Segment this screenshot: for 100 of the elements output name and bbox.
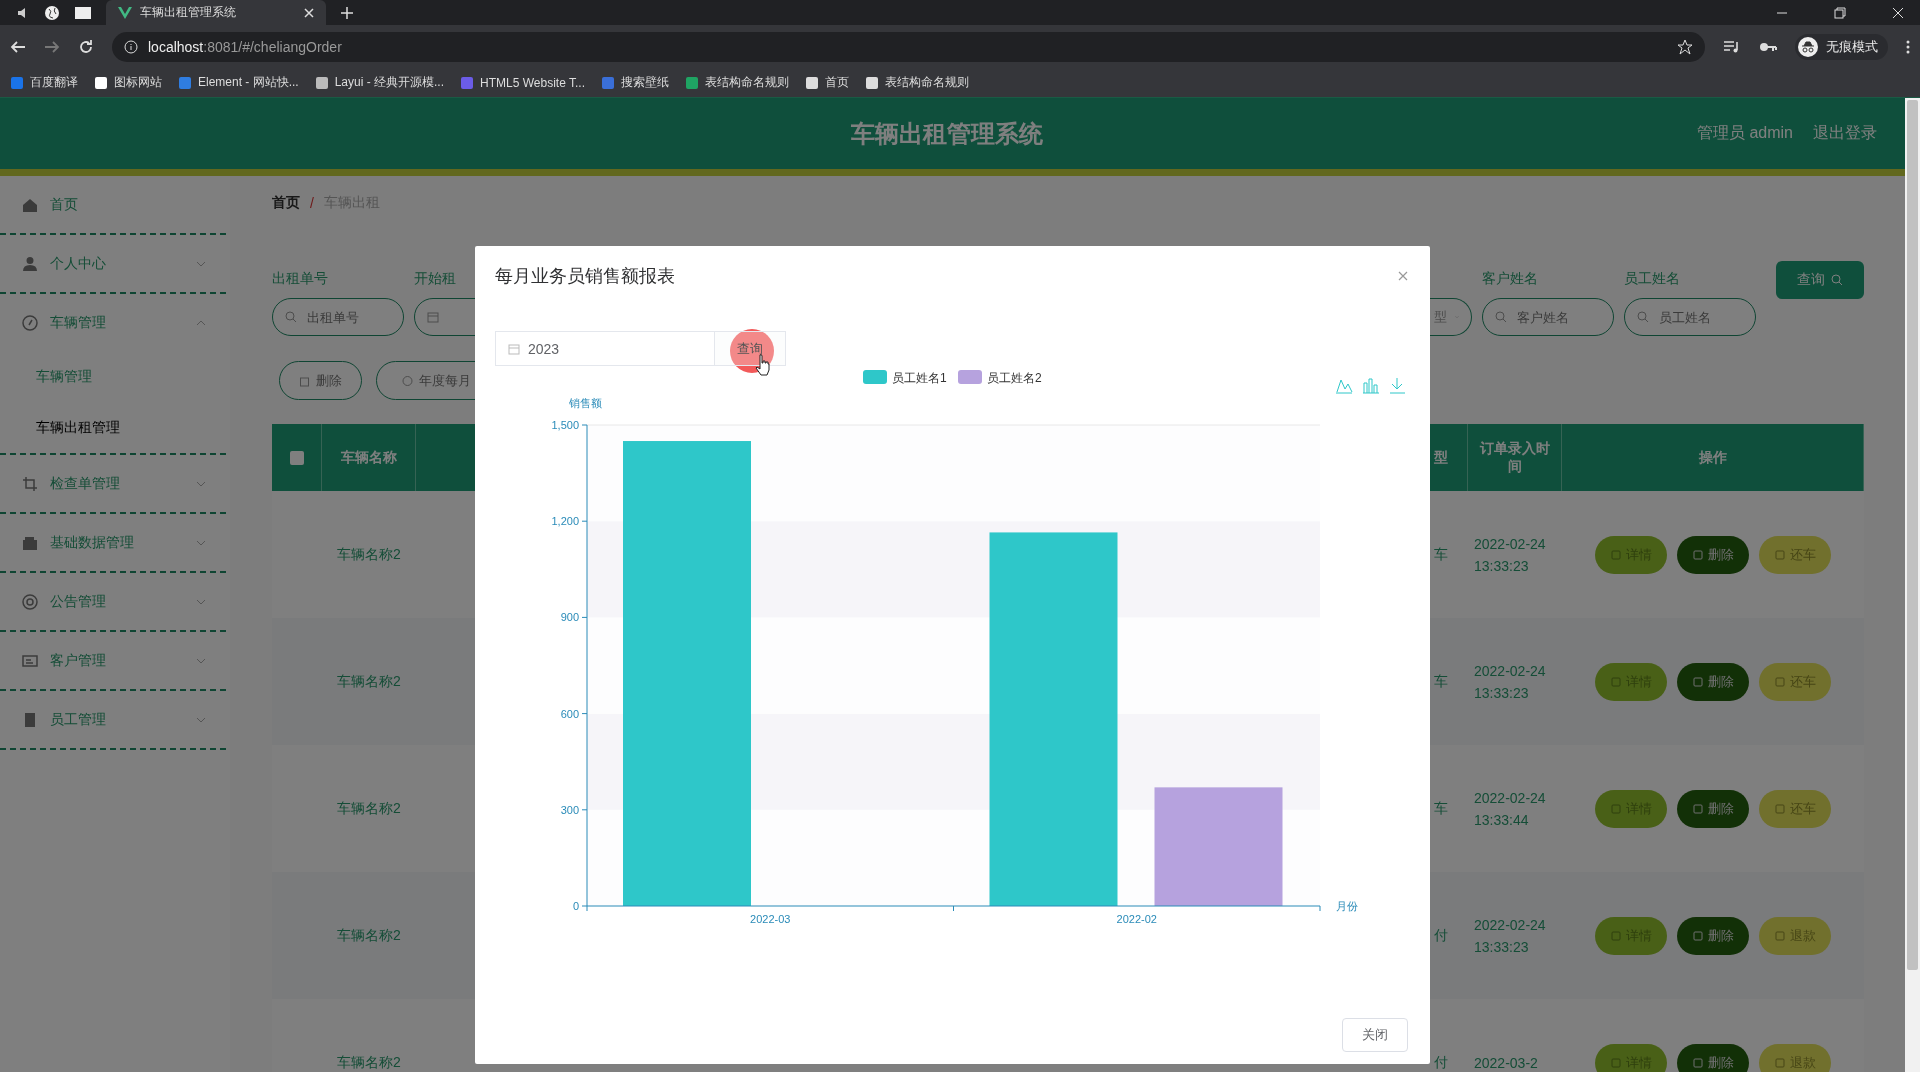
media-icon[interactable] [1723, 39, 1741, 54]
table-cell: 车辆名称2 [337, 672, 401, 691]
list-icon [1610, 676, 1621, 687]
checkbox[interactable] [289, 450, 304, 465]
close-button[interactable]: 关闭 [1342, 1018, 1408, 1052]
reload-icon[interactable] [78, 38, 94, 55]
year-field[interactable]: 2023 [495, 331, 715, 366]
axis-label: 2022-03 [750, 913, 791, 925]
sidebar-item[interactable]: 基础数据管理 [0, 514, 230, 571]
breadcrumb-separator: / [310, 195, 314, 211]
back-icon[interactable] [10, 38, 26, 55]
axis-label: 300 [560, 803, 579, 816]
compass-icon [22, 314, 38, 331]
list-icon [1610, 930, 1621, 941]
search-icon [285, 311, 297, 323]
menu-icon[interactable] [1906, 39, 1910, 54]
logout-link[interactable]: 退出登录 [1813, 123, 1877, 144]
bookmark[interactable]: 百度翻译 [10, 74, 78, 91]
sidebar-item[interactable]: 个人中心 [0, 235, 230, 292]
table-cell: 车辆名称2 [337, 1053, 401, 1072]
bookmark[interactable]: Layui - 经典开源模... [314, 74, 445, 91]
query-button[interactable]: 查询 [1776, 261, 1864, 299]
square-icon [1774, 549, 1785, 560]
square-icon [1774, 803, 1785, 814]
breadcrumb-item[interactable]: 首页 [272, 194, 300, 212]
table-cell-text: 2022-02-24 13:33:23 [1474, 661, 1547, 703]
key-icon[interactable] [1759, 40, 1777, 53]
incognito-icon [1798, 36, 1818, 57]
bookmark[interactable]: 表结构命名规则 [685, 74, 789, 91]
bookmark-icon [805, 75, 819, 90]
trash-icon [1692, 930, 1703, 941]
bookmark[interactable]: 搜索壁纸 [601, 74, 669, 91]
scrollbar-thumb[interactable] [1907, 100, 1918, 970]
table-cell: 付 [1434, 1053, 1448, 1072]
address-field[interactable]: localhost:8081/#/cheliangOrder [112, 31, 1705, 62]
sidebar-item[interactable]: 客户管理 [0, 632, 230, 689]
table-cell: 车辆名称2 [337, 545, 401, 564]
bookmark[interactable]: HTML5 Website T... [460, 75, 585, 90]
bookmark-icon [178, 75, 192, 90]
star-icon[interactable] [1677, 38, 1693, 55]
bookmark[interactable]: 表结构命名规则 [865, 74, 969, 91]
calendar-icon [508, 342, 520, 355]
crop-icon [22, 475, 38, 492]
search-field[interactable]: 出租单号 [272, 298, 404, 336]
device-icon [22, 711, 38, 728]
delete-button[interactable]: 删除 [1677, 916, 1749, 955]
restore-icon[interactable] [1834, 6, 1846, 19]
square-icon [1774, 676, 1785, 687]
table-cell: 车辆名称2 [337, 926, 401, 945]
search-field[interactable]: 客户姓名 [1482, 298, 1614, 336]
new-tab-icon[interactable] [340, 5, 354, 20]
filter-label: 出租单号 [272, 270, 328, 288]
bookmark[interactable]: 首页 [805, 74, 849, 91]
legend-item[interactable]: 员工姓名2 [958, 370, 1042, 385]
table-cell: 车 [1434, 799, 1448, 818]
delete-button[interactable]: 删除 [279, 361, 362, 400]
browser-tab[interactable]: 车辆出租管理系统 [106, 0, 326, 25]
bookmark-icon [601, 75, 615, 90]
sidebar-item[interactable]: 公告管理 [0, 573, 230, 630]
list-icon [1610, 803, 1621, 814]
header-cell: 型 [1430, 424, 1468, 491]
sidebar-item[interactable]: 检查单管理 [0, 455, 230, 512]
forward-icon[interactable] [44, 38, 60, 55]
globe-icon[interactable] [44, 4, 60, 21]
bookmark[interactable]: 图标网站 [94, 74, 162, 91]
query-button[interactable]: 查询 [715, 331, 786, 366]
sidebar-subitem[interactable]: 车辆出租管理 [0, 402, 230, 453]
legend-item[interactable]: 员工姓名1 [863, 370, 947, 385]
table-cell-text: 2022-03-2 [1474, 1053, 1539, 1072]
search-field[interactable]: 员工姓名 [1624, 298, 1756, 336]
dialog-title: 每月业务员销售额报表 [495, 265, 675, 288]
table-cell-text: 2022-02-24 13:33:23 [1474, 534, 1547, 576]
delete-button[interactable]: 删除 [1677, 662, 1749, 701]
sidebar-item[interactable]: 首页 [0, 176, 230, 233]
card-icon [22, 652, 38, 669]
table-cell-text: 2022-02-24 13:33:44 [1474, 788, 1547, 830]
delete-button[interactable]: 删除 [1677, 789, 1749, 828]
sidebar-item[interactable]: 员工管理 [0, 691, 230, 748]
delete-button[interactable]: 删除 [1677, 1043, 1749, 1072]
sidebar-subitem[interactable]: 车辆管理 [0, 351, 230, 402]
user-label: 管理员 admin [1696, 123, 1793, 143]
search-icon [1831, 274, 1843, 286]
filter-label: 客户姓名 [1482, 270, 1538, 288]
axis-label: 2022-02 [1116, 913, 1157, 925]
lock-icon [1774, 930, 1785, 941]
person-icon [22, 255, 38, 272]
sidebar-item[interactable]: 车辆管理 [0, 294, 230, 351]
bookmark-icon [460, 75, 475, 90]
v-logo-icon [118, 6, 132, 19]
bookmark-icon [685, 75, 699, 90]
search-icon [1495, 311, 1507, 323]
window-icon[interactable] [74, 5, 92, 20]
profile-button[interactable]: 无痕模式 [1795, 33, 1888, 60]
trash-icon [1692, 676, 1703, 687]
bookmark[interactable]: Element - 网站快... [178, 74, 299, 91]
filter-label: 员工姓名 [1624, 270, 1680, 288]
delete-button[interactable]: 删除 [1677, 535, 1749, 574]
app-title: 车辆出租管理系统 [850, 118, 1045, 149]
list-icon [1610, 549, 1621, 560]
legend-label: 员工姓名2 [987, 371, 1042, 385]
